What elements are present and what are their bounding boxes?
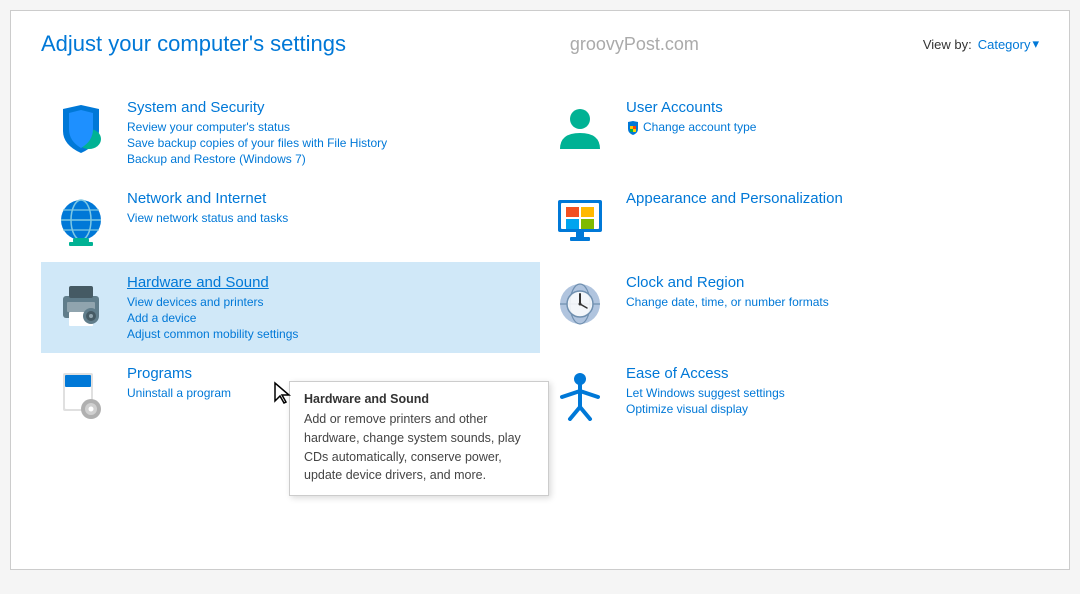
ease-icon (550, 365, 610, 425)
view-devices-link[interactable]: View devices and printers (127, 295, 530, 309)
control-panel-window: Adjust your computer's settings groovyPo… (10, 10, 1070, 570)
programs-icon (51, 365, 111, 425)
programs-title[interactable]: Programs (127, 365, 530, 382)
view-by: View by: Category ▾ (923, 36, 1039, 52)
backup-restore-link[interactable]: Backup and Restore (Windows 7) (127, 152, 530, 166)
header-row: Adjust your computer's settings groovyPo… (41, 31, 1039, 57)
system-security-icon (51, 99, 111, 159)
clock-title[interactable]: Clock and Region (626, 274, 1029, 291)
appearance-text: Appearance and Personalization (626, 190, 1029, 211)
change-account-type-link[interactable]: Change account type (626, 120, 1029, 135)
page-title: Adjust your computer's settings (41, 31, 346, 57)
appearance-icon (550, 190, 610, 250)
clock-icon (550, 274, 610, 334)
backup-copies-link[interactable]: Save backup copies of your files with Fi… (127, 136, 530, 150)
view-by-dropdown[interactable]: Category ▾ (978, 36, 1039, 52)
system-security-text: System and Security Review your computer… (127, 99, 530, 166)
hardware-icon (51, 274, 111, 334)
network-title[interactable]: Network and Internet (127, 190, 530, 207)
category-clock[interactable]: Clock and Region Change date, time, or n… (540, 262, 1039, 353)
view-by-current: Category (978, 37, 1031, 52)
chevron-down-icon: ▾ (1032, 36, 1039, 52)
category-network[interactable]: Network and Internet View network status… (41, 178, 540, 262)
network-text: Network and Internet View network status… (127, 190, 530, 225)
shield-icon-inline (626, 121, 640, 135)
hardware-tooltip: Hardware and Sound Add or remove printer… (289, 381, 549, 496)
appearance-title[interactable]: Appearance and Personalization (626, 190, 1029, 207)
tooltip-title: Hardware and Sound (304, 392, 534, 406)
date-time-link[interactable]: Change date, time, or number formats (626, 295, 1029, 309)
ease-text: Ease of Access Let Windows suggest setti… (626, 365, 1029, 416)
watermark: groovyPost.com (346, 34, 923, 55)
category-hardware[interactable]: Hardware and Sound View devices and prin… (41, 262, 540, 353)
adjust-common-link[interactable]: Adjust common mobility settings (127, 327, 530, 341)
category-user-accounts[interactable]: User Accounts Change account type (540, 87, 1039, 178)
network-status-link[interactable]: View network status and tasks (127, 211, 530, 225)
review-status-link[interactable]: Review your computer's status (127, 120, 530, 134)
view-by-label: View by: (923, 37, 972, 52)
suggest-settings-link[interactable]: Let Windows suggest settings (626, 386, 1029, 400)
user-accounts-title[interactable]: User Accounts (626, 99, 1029, 116)
category-system-security[interactable]: System and Security Review your computer… (41, 87, 540, 178)
category-ease[interactable]: Ease of Access Let Windows suggest setti… (540, 353, 1039, 437)
optimize-display-link[interactable]: Optimize visual display (626, 402, 1029, 416)
system-security-title[interactable]: System and Security (127, 99, 530, 116)
ease-title[interactable]: Ease of Access (626, 365, 1029, 382)
network-icon (51, 190, 111, 250)
clock-text: Clock and Region Change date, time, or n… (626, 274, 1029, 309)
user-accounts-icon (550, 99, 610, 159)
category-appearance[interactable]: Appearance and Personalization (540, 178, 1039, 262)
add-device-link[interactable]: Add a device (127, 311, 530, 325)
user-accounts-text: User Accounts Change account type (626, 99, 1029, 135)
hardware-title[interactable]: Hardware and Sound (127, 274, 530, 291)
tooltip-description: Add or remove printers and other hardwar… (304, 410, 534, 485)
hardware-text: Hardware and Sound View devices and prin… (127, 274, 530, 341)
